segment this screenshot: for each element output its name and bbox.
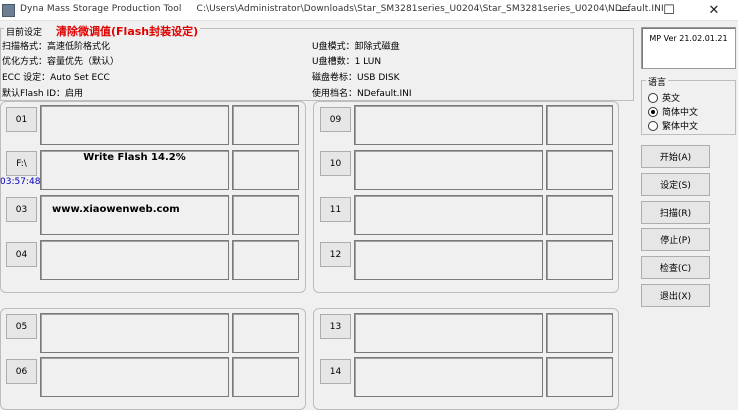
settings-button[interactable]: 设定(S)	[641, 173, 710, 196]
port-info-12	[546, 240, 613, 280]
app-icon	[2, 4, 15, 17]
disk-mode-text: U盘模式：卸除式磁盘	[312, 42, 400, 52]
language-option-simplified[interactable]: 简体中文	[648, 105, 698, 118]
port-status-01	[40, 105, 229, 145]
port-button-11[interactable]: 11	[320, 197, 351, 222]
stop-button[interactable]: 停止(P)	[641, 228, 710, 251]
port-status-09	[354, 105, 543, 145]
port-button-13[interactable]: 13	[320, 314, 351, 339]
port-info-09	[546, 105, 613, 145]
language-option-label: 繁体中文	[662, 122, 699, 132]
scan-format-text: 扫描格式：高速低阶格式化	[2, 42, 111, 52]
disk-count-text: U盘槽数：1 LUN	[312, 57, 382, 67]
check-button[interactable]: 检查(C)	[641, 256, 710, 279]
language-option-traditional[interactable]: 繁体中文	[648, 119, 698, 132]
port-status-14	[354, 357, 543, 397]
port-button-01[interactable]: 01	[6, 107, 37, 132]
minimize-button[interactable]: —	[602, 0, 646, 20]
version-box: MP Ver 21.02.01.21	[641, 27, 736, 69]
port-button-05[interactable]: 05	[6, 314, 37, 339]
port-status-06	[40, 357, 229, 397]
app-title: Dyna Mass Storage Production Tool	[20, 4, 182, 14]
title-bar: Dyna Mass Storage Production Tool C:\Use…	[0, 0, 738, 21]
port-button-04[interactable]: 04	[6, 242, 37, 267]
port-status-12	[354, 240, 543, 280]
scan-button[interactable]: 扫描(R)	[641, 201, 710, 224]
port-info-06	[232, 357, 299, 397]
port-info-11	[546, 195, 613, 235]
disk-label-text: 磁盘卷标：USB DISK	[312, 73, 400, 83]
port-status-03: www.xiaowenweb.com	[40, 195, 229, 235]
version-text: MP Ver 21.02.01.21	[649, 34, 728, 43]
current-settings-group: 目前设定 清除微调值(Flash封装设定) 扫描格式：高速低阶格式化 优化方式：容…	[0, 23, 634, 101]
write-flash-progress: Write Flash 14.2%	[83, 152, 186, 163]
port-button-14[interactable]: 14	[320, 359, 351, 384]
port-info-13	[546, 313, 613, 353]
port-status-10	[354, 150, 543, 190]
maximize-button[interactable]: ☐	[647, 0, 691, 20]
port-status-04	[40, 240, 229, 280]
port-button-09[interactable]: 09	[320, 107, 351, 132]
exit-button[interactable]: 退出(X)	[641, 284, 710, 307]
port-info-14	[546, 357, 613, 397]
flash-id-text: 默认Flash ID：启用	[2, 89, 84, 99]
watermark-website: www.xiaowenweb.com	[52, 204, 180, 215]
port-info-02	[232, 150, 299, 190]
port-info-03	[232, 195, 299, 235]
language-legend: 语言	[646, 75, 669, 88]
clear-tuning-notice: 清除微调值(Flash封装设定)	[56, 25, 199, 38]
port-button-03[interactable]: 03	[6, 197, 37, 222]
port-button-12[interactable]: 12	[320, 242, 351, 267]
optimize-text: 优化方式：容量优先（默认）	[2, 57, 120, 67]
elapsed-timer: 03:57:48	[0, 177, 41, 187]
port-info-01	[232, 105, 299, 145]
window-title: Dyna Mass Storage Production Tool C:\Use…	[20, 4, 664, 14]
port-button-06[interactable]: 06	[6, 359, 37, 384]
ini-file-text: 使用档名：NDefault.INI	[312, 89, 412, 99]
settings-legend: 目前设定 清除微调值(Flash封装设定)	[4, 23, 201, 39]
language-option-label: 简体中文	[662, 108, 699, 118]
port-info-05	[232, 313, 299, 353]
port-info-04	[232, 240, 299, 280]
close-button[interactable]: ✕	[692, 0, 736, 20]
language-option-english[interactable]: 英文	[648, 91, 680, 104]
port-info-10	[546, 150, 613, 190]
radio-button[interactable]	[648, 92, 658, 103]
file-path: C:\Users\Administrator\Downloads\Star_SM…	[196, 4, 664, 14]
start-button[interactable]: 开始(A)	[641, 145, 710, 168]
port-status-02: Write Flash 14.2%	[40, 150, 229, 190]
port-status-13	[354, 313, 543, 353]
radio-button-selected[interactable]	[648, 106, 658, 117]
port-status-11	[354, 195, 543, 235]
radio-button[interactable]	[648, 120, 658, 131]
port-button-10[interactable]: 10	[320, 151, 351, 176]
port-button-02[interactable]: F:\	[6, 151, 37, 176]
settings-legend-label: 目前设定	[6, 28, 43, 38]
ecc-text: ECC 设定：Auto Set ECC	[2, 73, 110, 83]
port-status-05	[40, 313, 229, 353]
language-group: 语言 英文 简体中文 繁体中文	[641, 75, 736, 135]
language-option-label: 英文	[662, 94, 681, 104]
